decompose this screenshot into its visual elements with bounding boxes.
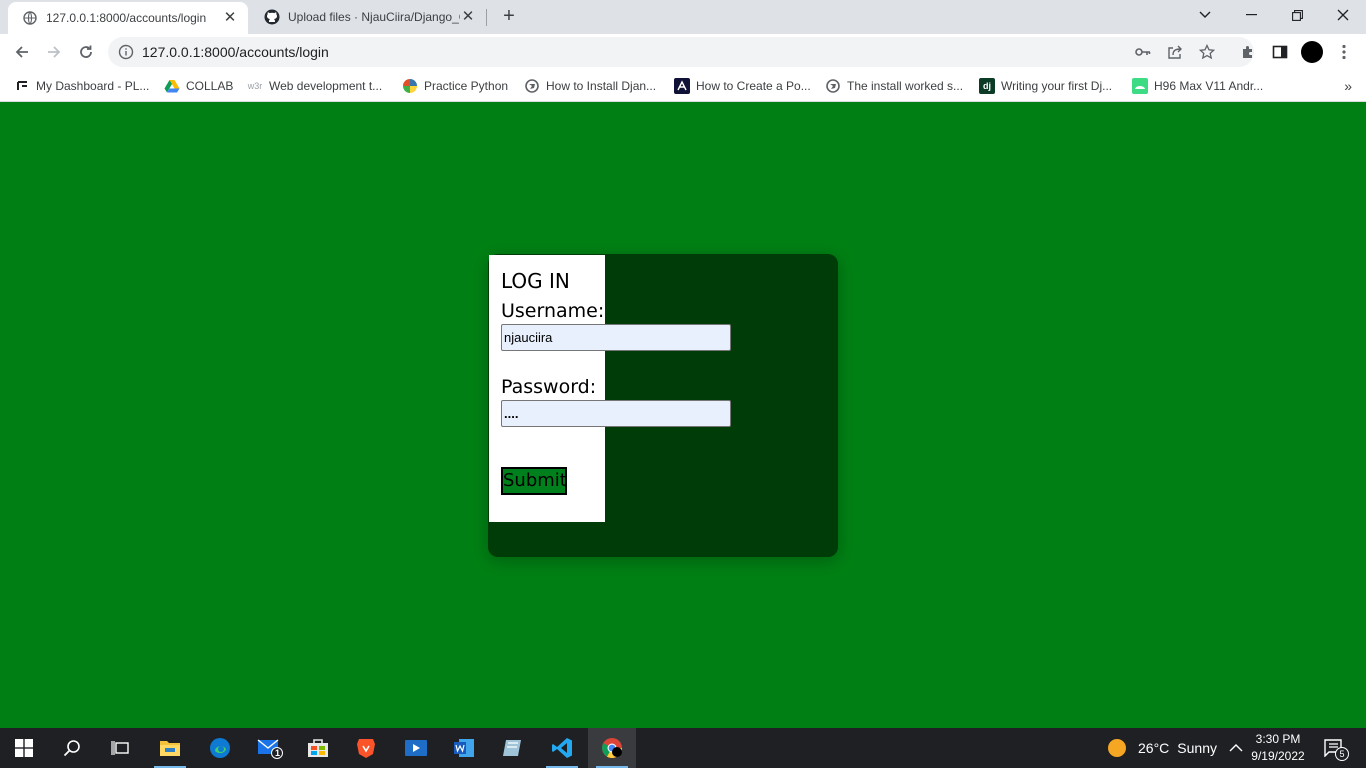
tab-separator — [486, 9, 487, 26]
clock-date: 9/19/2022 — [1251, 749, 1305, 763]
page-content: LOG IN Username: Password: Submit — [0, 103, 1366, 728]
mail-badge: 1 — [275, 748, 281, 758]
weather-text: Sunny — [1177, 740, 1217, 756]
bookmark-collab[interactable]: COLLAB — [164, 76, 233, 96]
start-button[interactable] — [0, 728, 48, 768]
browser-toolbar: 127.0.0.1:8000/accounts/login — [0, 34, 1366, 70]
bookmark-my-dashboard[interactable]: My Dashboard - PL... — [14, 76, 149, 96]
brave-icon[interactable] — [342, 728, 390, 768]
media-player-icon[interactable] — [392, 728, 440, 768]
key-icon[interactable] — [1135, 44, 1151, 60]
chevron-up-icon[interactable] — [1229, 728, 1243, 768]
menu-icon[interactable] — [1334, 42, 1354, 62]
username-input[interactable] — [501, 324, 731, 351]
password-input[interactable] — [501, 400, 731, 427]
tab-search-icon[interactable] — [1182, 0, 1228, 30]
bookmark-label: COLLAB — [186, 79, 234, 93]
restore-button[interactable] — [1274, 0, 1320, 30]
weather-temp: 26°C — [1138, 740, 1170, 756]
bookmark-label: My Dashboard - PL... — [36, 79, 150, 93]
tab-accounts-login[interactable]: 127.0.0.1:8000/accounts/login ✕ — [8, 2, 248, 34]
password-label: Password: — [501, 376, 597, 398]
close-tab-icon[interactable]: ✕ — [460, 9, 476, 25]
task-view-icon[interactable] — [96, 728, 144, 768]
url-text: 127.0.0.1:8000/accounts/login — [142, 44, 329, 60]
tab-title: Upload files · NjauCiira/Django_C — [288, 10, 460, 24]
bookmark-label: H96 Max V11 Andr... — [1154, 79, 1264, 93]
back-button[interactable] — [8, 38, 36, 66]
clock-time: 3:30 PM — [1255, 732, 1301, 746]
login-form: LOG IN Username: Password: Submit — [489, 255, 731, 522]
bookmarks-bar: My Dashboard - PL... COLLAB w3r Web deve… — [0, 70, 1366, 102]
tab-github-upload[interactable]: Upload files · NjauCiira/Django_C ✕ — [250, 0, 486, 34]
word-icon[interactable] — [440, 728, 488, 768]
bookmark-create-po[interactable]: How to Create a Po... — [674, 76, 811, 96]
new-tab-button[interactable]: + — [498, 6, 520, 28]
tab-title: 127.0.0.1:8000/accounts/login — [46, 11, 207, 25]
search-icon[interactable] — [48, 728, 96, 768]
profile-avatar[interactable] — [1301, 41, 1323, 63]
bookmark-label: The install worked s... — [847, 79, 964, 93]
bookmark-label: How to Install Djan... — [546, 79, 657, 93]
username-label: Username: — [501, 300, 605, 322]
share-icon[interactable] — [1167, 44, 1183, 60]
tab-strip: 127.0.0.1:8000/accounts/login ✕ Upload f… — [0, 0, 1366, 34]
globe-icon — [524, 78, 540, 94]
clock[interactable]: 3:30 PM 9/19/2022 — [1248, 731, 1308, 765]
store-icon[interactable] — [294, 728, 342, 768]
site-info-icon[interactable] — [118, 44, 134, 60]
login-heading: LOG IN — [501, 269, 570, 293]
submit-button[interactable]: Submit — [501, 467, 567, 495]
bookmark-label: How to Create a Po... — [696, 79, 811, 93]
bookmark-star-icon[interactable] — [1199, 44, 1215, 60]
chrome-icon[interactable] — [588, 728, 636, 768]
close-tab-icon[interactable]: ✕ — [222, 10, 238, 26]
address-bar[interactable]: 127.0.0.1:8000/accounts/login — [108, 37, 1254, 67]
github-icon — [264, 9, 280, 25]
weather-widget[interactable]: 26°C Sunny — [1108, 728, 1217, 768]
bookmark-install-worked[interactable]: The install worked s... — [825, 76, 963, 96]
app-icon[interactable] — [488, 728, 536, 768]
bookmark-writing-first-django[interactable]: dj Writing your first Dj... — [979, 76, 1112, 96]
bookmark-label: Practice Python — [424, 79, 509, 93]
login-card: LOG IN Username: Password: Submit — [488, 254, 838, 557]
python-icon — [402, 78, 418, 94]
google-drive-icon — [164, 78, 180, 94]
bookmark-install-django[interactable]: How to Install Djan... — [524, 76, 656, 96]
file-explorer-icon[interactable] — [146, 728, 194, 768]
bookmark-practice-python[interactable]: Practice Python — [402, 76, 508, 96]
lambda-icon — [674, 78, 690, 94]
side-panel-icon[interactable] — [1270, 42, 1290, 62]
reload-button[interactable] — [72, 38, 100, 66]
edge-icon[interactable] — [196, 728, 244, 768]
globe-icon — [22, 10, 38, 26]
minimize-button[interactable] — [1228, 0, 1274, 30]
android-icon — [1132, 78, 1148, 94]
bookmark-label: Web development t... — [269, 79, 383, 93]
globe-icon — [825, 78, 841, 94]
mail-icon[interactable]: 1 — [246, 728, 294, 768]
dashboard-icon — [14, 78, 30, 94]
bookmark-h96-max[interactable]: H96 Max V11 Andr... — [1132, 76, 1263, 96]
forward-button[interactable] — [40, 38, 68, 66]
sun-icon — [1108, 739, 1126, 757]
bookmark-web-development[interactable]: w3r Web development t... — [247, 76, 382, 96]
extensions-icon[interactable] — [1238, 42, 1258, 62]
django-icon: dj — [979, 78, 995, 94]
notification-icon[interactable]: 5 — [1324, 728, 1349, 768]
taskbar: 1 26°C Sunny 3:30 PM 9/19/2022 5 — [0, 728, 1366, 768]
more-bookmarks-icon[interactable]: » — [1344, 78, 1352, 94]
bookmark-label: Writing your first Dj... — [1001, 79, 1113, 93]
vscode-icon[interactable] — [538, 728, 586, 768]
w3r-icon: w3r — [247, 81, 263, 91]
notification-badge: 5 — [1335, 747, 1349, 761]
close-window-button[interactable] — [1320, 0, 1366, 30]
